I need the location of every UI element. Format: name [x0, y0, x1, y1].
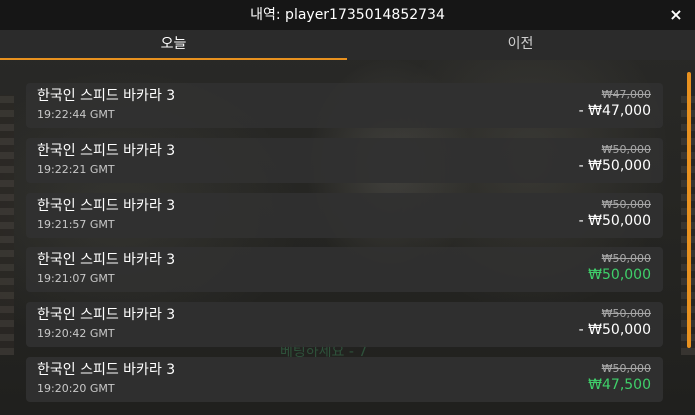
history-panel: 베팅하세요 - 7 내역: player1735014852734 × 오늘 이… — [0, 0, 695, 415]
row-info: 한국인 스피드 바카라 3 19:21:57 GMT — [37, 197, 175, 232]
bet-time: 19:22:21 GMT — [37, 162, 115, 176]
bet-amount: ₩50,000 — [601, 252, 651, 266]
history-row[interactable]: 한국인 스피드 바카라 3 19:21:57 GMT ₩50,000 - ₩50… — [26, 192, 663, 238]
row-info: 한국인 스피드 바카라 3 19:22:44 GMT — [37, 87, 175, 122]
row-info: 한국인 스피드 바카라 3 19:21:07 GMT — [37, 251, 175, 286]
scrollbar[interactable] — [687, 72, 691, 348]
row-amounts: ₩50,000 ₩47,500 — [588, 362, 651, 394]
result-amount: - ₩50,000 — [578, 322, 651, 339]
game-name: 한국인 스피드 바카라 3 — [37, 142, 176, 159]
history-row[interactable]: 한국인 스피드 바카라 3 19:22:44 GMT ₩47,000 - ₩47… — [26, 83, 663, 128]
tab-bar: 오늘 이전 — [0, 30, 695, 60]
bet-amount: ₩50,000 — [601, 307, 651, 321]
result-amount: - ₩50,000 — [578, 212, 651, 229]
history-row[interactable]: 한국인 스피드 바카라 3 19:20:20 GMT ₩50,000 ₩47,5… — [26, 356, 663, 402]
tab-previous[interactable]: 이전 — [347, 30, 694, 60]
row-amounts: ₩50,000 - ₩50,000 — [579, 143, 651, 175]
result-amount: - ₩50,000 — [578, 157, 651, 174]
row-amounts: ₩47,000 - ₩47,000 — [579, 88, 651, 120]
row-amounts: ₩50,000 - ₩50,000 — [579, 198, 651, 230]
header-bar: 내역: player1735014852734 × — [0, 0, 695, 30]
bet-amount: ₩50,000 — [601, 142, 651, 156]
history-list: 한국인 스피드 바카라 3 19:22:44 GMT ₩47,000 - ₩47… — [26, 83, 663, 412]
game-name: 한국인 스피드 바카라 3 — [37, 361, 176, 378]
close-icon[interactable]: × — [667, 6, 685, 24]
result-amount: ₩50,000 — [588, 267, 651, 284]
bet-time: 19:21:07 GMT — [37, 272, 115, 286]
row-info: 한국인 스피드 바카라 3 19:20:20 GMT — [37, 361, 175, 396]
bet-time: 19:20:42 GMT — [37, 327, 115, 341]
history-row[interactable]: 한국인 스피드 바카라 3 19:22:21 GMT ₩50,000 - ₩50… — [26, 137, 663, 183]
page-title: 내역: player1735014852734 — [250, 7, 445, 23]
row-info: 한국인 스피드 바카라 3 19:22:21 GMT — [37, 142, 175, 177]
tab-today[interactable]: 오늘 — [0, 30, 347, 60]
row-amounts: ₩50,000 ₩50,000 — [588, 252, 651, 284]
bet-time: 19:22:44 GMT — [37, 108, 115, 121]
bet-amount: ₩47,000 — [601, 88, 651, 101]
game-name: 한국인 스피드 바카라 3 — [37, 252, 176, 269]
bet-amount: ₩50,000 — [601, 361, 651, 375]
result-amount: - ₩47,000 — [578, 103, 651, 119]
history-row[interactable]: 한국인 스피드 바카라 3 19:21:07 GMT ₩50,000 ₩50,0… — [26, 247, 663, 293]
game-name: 한국인 스피드 바카라 3 — [37, 307, 176, 324]
row-amounts: ₩50,000 - ₩50,000 — [579, 307, 651, 339]
bet-time: 19:21:57 GMT — [37, 217, 115, 231]
game-name: 한국인 스피드 바카라 3 — [37, 88, 176, 104]
game-name: 한국인 스피드 바카라 3 — [37, 197, 176, 214]
background-pattern-left — [0, 95, 14, 355]
bet-amount: ₩50,000 — [601, 197, 651, 211]
bet-time: 19:20:20 GMT — [37, 381, 115, 395]
result-amount: ₩47,500 — [588, 376, 651, 393]
history-row[interactable]: 한국인 스피드 바카라 3 19:20:42 GMT ₩50,000 - ₩50… — [26, 302, 663, 348]
row-info: 한국인 스피드 바카라 3 19:20:42 GMT — [37, 306, 175, 341]
